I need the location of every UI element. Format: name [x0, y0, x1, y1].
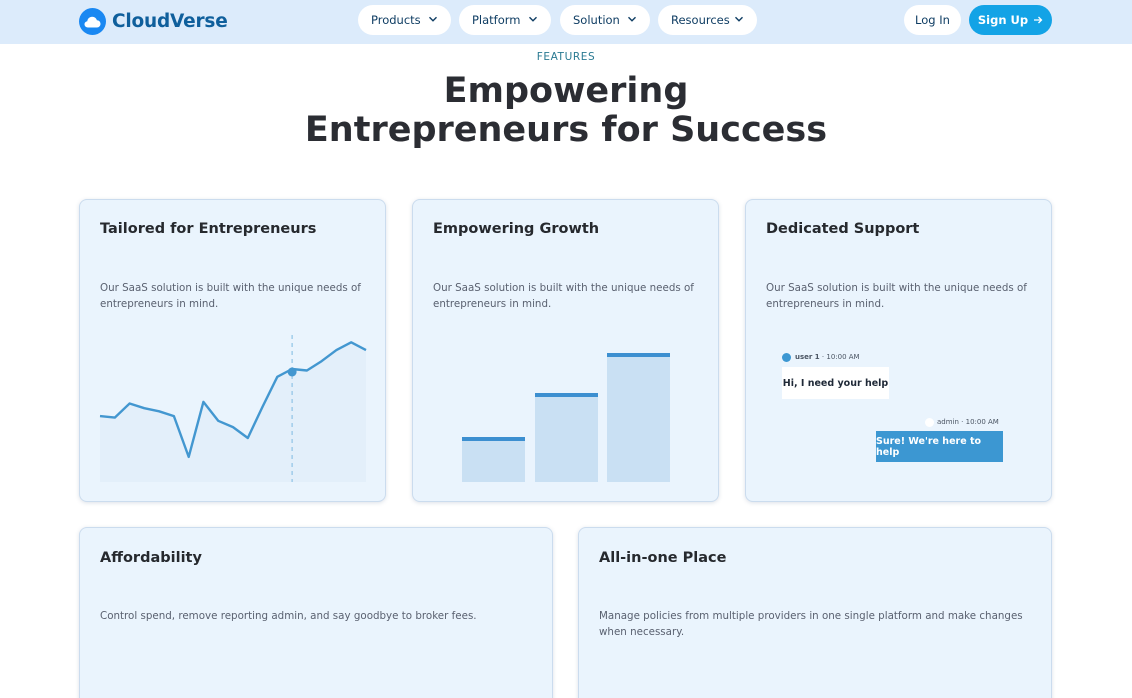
section-eyebrow: FEATURES	[536, 51, 596, 63]
user-name: user 1	[795, 353, 820, 361]
title-line-1: Empowering	[443, 71, 689, 111]
page-title: Empowering Entrepreneurs for Success	[0, 72, 1132, 150]
arrow-right-icon	[1034, 16, 1043, 24]
chevron-down-icon	[628, 16, 636, 22]
feature-card-all-in-one: All-in-one Place Manage policies from mu…	[578, 527, 1052, 698]
bar	[607, 353, 670, 482]
bar	[535, 393, 598, 482]
highlight-point	[287, 367, 297, 377]
admin-avatar	[925, 418, 934, 427]
admin-name: admin	[937, 418, 959, 426]
signup-label: Sign Up	[977, 13, 1029, 27]
bar-top-cap	[607, 353, 670, 357]
top-navbar: CloudVerse Products Platform Solution Re…	[0, 0, 1132, 44]
nav-solution-label: Solution	[573, 13, 620, 27]
nav-resources[interactable]: Resources	[658, 5, 757, 35]
line-area-fill	[100, 342, 366, 482]
brand-logo[interactable]: CloudVerse	[79, 8, 228, 35]
card-title: Dedicated Support	[766, 221, 920, 237]
feature-card-affordability: Affordability Control spend, remove repo…	[79, 527, 553, 698]
bar-chart	[462, 353, 670, 482]
chevron-down-icon	[529, 16, 537, 22]
user-avatar	[782, 353, 791, 362]
feature-card-growth: Empowering Growth Our SaaS solution is b…	[412, 199, 719, 502]
card-title: Affordability	[100, 550, 202, 566]
login-button[interactable]: Log In	[904, 5, 961, 35]
user-meta: user 1 · 10:00 AM	[795, 353, 860, 361]
nav-products-label: Products	[371, 13, 421, 27]
bar-top-cap	[535, 393, 598, 397]
card-description: Control spend, remove reporting admin, a…	[100, 610, 477, 622]
admin-meta: admin · 10:00 AM	[937, 418, 999, 426]
chevron-down-icon	[735, 16, 743, 22]
admin-message: Sure! We're here to help	[876, 431, 1003, 462]
admin-time: 10:00 AM	[965, 418, 999, 426]
title-line-2: Entrepreneurs for Success	[304, 110, 828, 150]
card-title: All-in-one Place	[599, 550, 727, 566]
nav-platform[interactable]: Platform	[459, 5, 551, 35]
nav-resources-label: Resources	[671, 13, 730, 27]
bar	[462, 437, 525, 482]
line-chart	[99, 335, 367, 482]
card-description: Manage policies from multiple providers …	[599, 610, 1023, 638]
feature-card-tailored: Tailored for Entrepreneurs Our SaaS solu…	[79, 199, 386, 502]
card-description: Our SaaS solution is built with the uniq…	[766, 282, 1027, 310]
user-message: Hi, I need your help	[782, 367, 889, 399]
user-time: 10:00 AM	[826, 353, 860, 361]
feature-card-support: Dedicated Support Our SaaS solution is b…	[745, 199, 1052, 502]
nav-solution[interactable]: Solution	[560, 5, 650, 35]
nav-products[interactable]: Products	[358, 5, 451, 35]
cloud-icon	[79, 8, 106, 35]
signup-button[interactable]: Sign Up	[969, 5, 1052, 35]
bar-top-cap	[462, 437, 525, 441]
brand-name: CloudVerse	[112, 11, 228, 32]
nav-platform-label: Platform	[472, 13, 521, 27]
chevron-down-icon	[429, 16, 437, 22]
